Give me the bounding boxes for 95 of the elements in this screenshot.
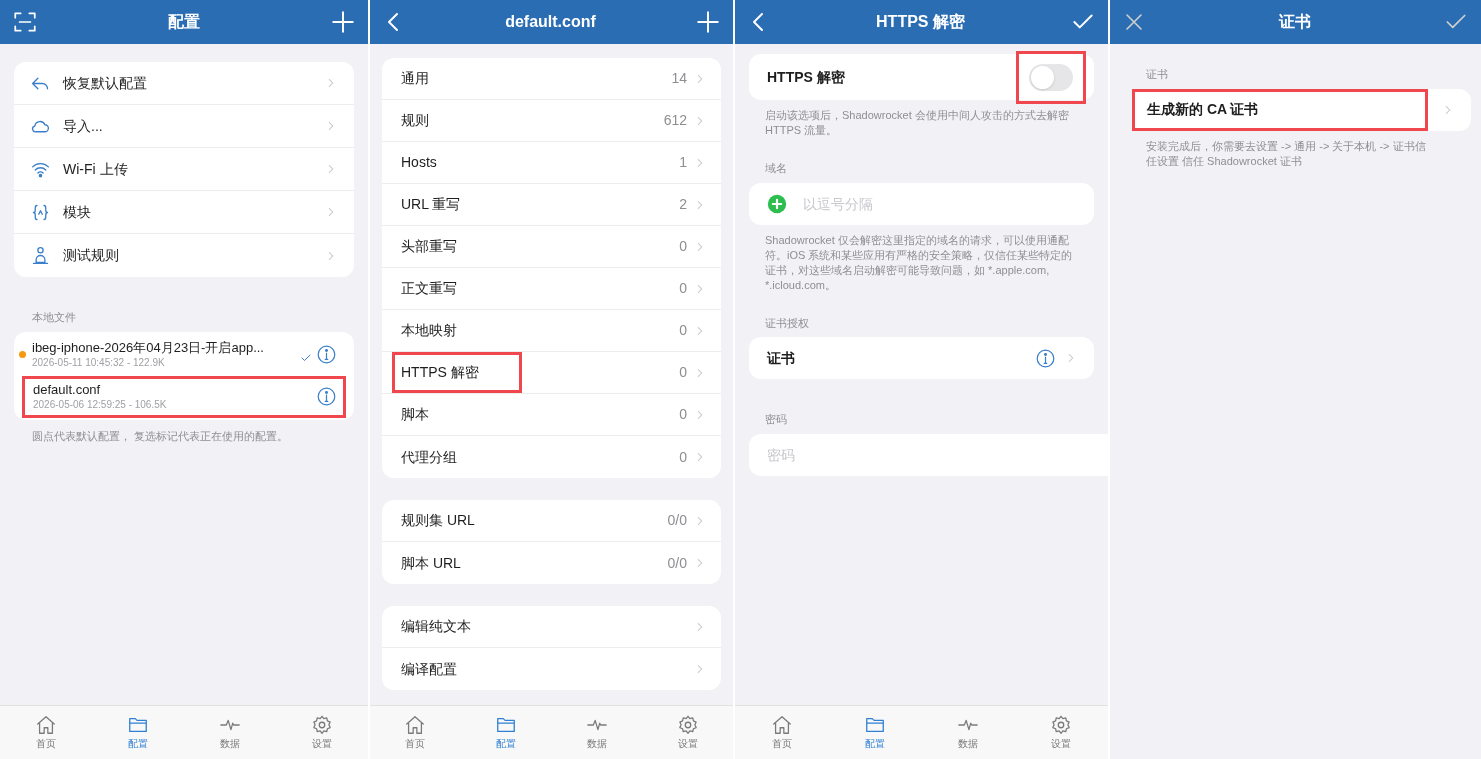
settings-row[interactable]: 编译配置 — [382, 648, 721, 690]
settings-row[interactable]: 代理分组 0 — [382, 436, 721, 478]
tab-item[interactable]: 设置 — [1014, 706, 1108, 759]
row-value: 0 — [679, 405, 687, 424]
section-label: 本地文件 — [31, 310, 77, 325]
home-icon — [404, 714, 427, 736]
screen-title: 证书 — [1278, 12, 1311, 32]
row-label: 脚本 — [400, 405, 430, 424]
row-label: 正文重写 — [400, 279, 458, 298]
tab-item[interactable]: 配置 — [460, 706, 552, 759]
row-label: 规则集 URL — [400, 511, 476, 530]
figure-icon — [30, 245, 51, 266]
row-label: Hosts — [400, 153, 438, 172]
tab-item[interactable]: 数据 — [184, 706, 276, 759]
tab-item[interactable]: 首页 — [370, 706, 461, 759]
tab-item[interactable]: 设置 — [276, 706, 368, 759]
screen-title: 配置 — [168, 12, 200, 32]
home-icon — [770, 714, 793, 736]
settings-row[interactable]: 证书 — [749, 337, 1094, 379]
row-value: 0 — [679, 321, 687, 340]
home-icon — [35, 714, 57, 736]
password-field[interactable]: 密码 — [749, 433, 1108, 476]
add-icon[interactable] — [695, 9, 721, 35]
scan-icon[interactable] — [12, 9, 38, 35]
note-text: 启动该选项后，Shadowrocket 会使用中间人攻击的方式去解密 HTTPS 流量。 — [764, 108, 1070, 138]
row-value: 0 — [679, 237, 687, 256]
tab-item[interactable]: 配置 — [92, 706, 184, 759]
info-icon[interactable] — [316, 386, 337, 407]
add-icon[interactable] — [767, 193, 787, 214]
tab-item[interactable]: 数据 — [551, 706, 643, 759]
section-label: 密码 — [764, 412, 788, 427]
tab-item[interactable]: 配置 — [828, 706, 922, 759]
info-icon[interactable] — [1035, 347, 1056, 369]
settings-row[interactable]: HTTPS 解密 0 — [382, 352, 721, 394]
tab-item[interactable]: 设置 — [642, 706, 733, 759]
row-label: 本地映射 — [400, 321, 458, 340]
section-label: 证书 — [1145, 67, 1169, 82]
settings-row[interactable]: 正文重写 0 — [382, 268, 721, 310]
file-meta: 2026-05-11 10:45:32 - 122.9K — [32, 356, 166, 369]
row-value: 612 — [663, 111, 687, 130]
row-label: 脚本 URL — [400, 553, 462, 573]
screen-title: HTTPS 解密 — [876, 12, 965, 32]
row-value: 0 — [679, 279, 687, 298]
row-label: 编译配置 — [400, 659, 458, 679]
menu-row[interactable]: 导入... — [14, 105, 354, 148]
note-text: 安装完成后，你需要去设置 -> 通用 -> 关于本机 -> 证书信任设置 信任 Shadowrocket 证书 — [1146, 138, 1427, 169]
settings-row[interactable]: 规则集 URL 0/0 — [382, 500, 721, 542]
settings-icon — [676, 714, 699, 736]
info-icon[interactable] — [316, 344, 337, 365]
section-label: 域名 — [764, 161, 788, 176]
settings-icon — [1050, 714, 1073, 736]
tab-item[interactable]: 首页 — [0, 706, 92, 759]
file-name: default.conf — [33, 382, 102, 398]
row-value: 2 — [679, 195, 687, 214]
row-value: 0 — [679, 447, 687, 467]
row-label: URL 重写 — [400, 195, 462, 214]
row-label: 证书 — [767, 348, 796, 368]
settings-row[interactable]: 通用 14 — [382, 58, 721, 100]
tab-item[interactable]: 数据 — [921, 706, 1015, 759]
row-value: 14 — [671, 69, 687, 88]
settings-icon — [311, 714, 333, 736]
row-label: 编辑纯文本 — [400, 617, 472, 636]
menu-row[interactable]: 恢复默认配置 — [14, 62, 354, 105]
settings-row[interactable]: 规则 612 — [382, 100, 721, 142]
row-label: 规则 — [400, 111, 430, 130]
settings-row[interactable]: URL 重写 2 — [382, 184, 721, 226]
row-label: 通用 — [400, 69, 430, 88]
toggle-label: HTTPS 解密 — [767, 67, 846, 87]
row-label: HTTPS 解密 — [392, 352, 522, 393]
menu-row[interactable]: 测试规则 — [14, 234, 354, 277]
section-label: 证书授权 — [764, 315, 810, 331]
row-label: 代理分组 — [400, 447, 458, 467]
settings-row[interactable]: 脚本 URL 0/0 — [382, 542, 721, 584]
row-value: 0/0 — [667, 553, 687, 573]
screen-title: default.conf — [505, 12, 596, 32]
file-name: ibeg-iphone-2026年04月23日-开启app... — [32, 340, 265, 356]
tab-item[interactable]: 首页 — [735, 706, 829, 759]
note-text: 圆点代表默认配置， 复选标记代表正在使用的配置。 — [31, 428, 290, 444]
settings-row[interactable]: 编辑纯文本 — [382, 606, 721, 648]
settings-row[interactable]: 脚本 0 — [382, 394, 721, 436]
settings-row[interactable]: 本地映射 0 — [382, 310, 721, 352]
row-label: 头部重写 — [400, 237, 458, 256]
row-value: 0 — [679, 363, 687, 382]
toggle-switch[interactable] — [1029, 63, 1073, 91]
row-value: 0/0 — [667, 511, 687, 530]
settings-row[interactable]: 头部重写 0 — [382, 226, 721, 268]
menu-row[interactable]: Wi-Fi 上传 — [14, 148, 354, 191]
menu-row[interactable]: 模块 — [14, 191, 354, 234]
add-icon[interactable] — [330, 9, 356, 35]
row-value: 1 — [679, 153, 687, 172]
settings-row[interactable]: Hosts 1 — [382, 142, 721, 184]
file-meta: 2026-05-06 12:59:25 - 106.5K — [33, 398, 168, 411]
note-text: Shadowrocket 仅会解密这里指定的域名的请求，可以使用通配符。iOS 系统和某些应用有严格的安全策略，仅信任某些特定的证书，对这些域名启动解密可能导致问题，如 *.apple.com, *.icloud.com。 — [764, 232, 1074, 293]
file-row[interactable]: default.conf 2026-05-06 12:59:25 - 106.5K — [22, 375, 346, 418]
file-row[interactable]: ibeg-iphone-2026年04月23日-开启app... 2026-05-11 10:45:32 - 122.9K — [22, 333, 346, 376]
